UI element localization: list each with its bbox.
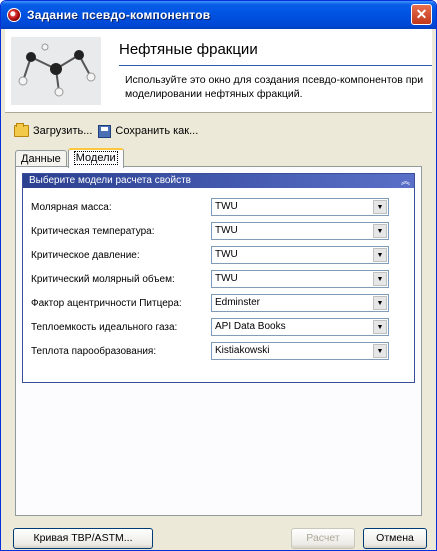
property-row-ideal-gas-heat-capacity: Теплоемкость идеального газа: API Data B…: [23, 318, 414, 338]
chevron-down-icon[interactable]: ▼: [373, 320, 387, 334]
floppy-disk-icon: [98, 124, 112, 138]
chevron-down-icon[interactable]: ▼: [373, 296, 387, 310]
models-tab-panel: Выберите модели расчета свойств ︽ Молярн…: [15, 166, 422, 516]
app-icon: [7, 8, 21, 22]
load-label: Загрузить...: [33, 125, 93, 137]
chevron-down-icon[interactable]: ▼: [373, 248, 387, 262]
property-models-group: Выберите модели расчета свойств ︽ Молярн…: [22, 173, 415, 383]
chevron-down-icon[interactable]: ▼: [373, 344, 387, 358]
critical-pressure-select[interactable]: TWU ▼: [211, 246, 389, 264]
group-header[interactable]: Выберите модели расчета свойств ︽: [23, 174, 414, 188]
property-label: Фактор ацентричности Питцера:: [31, 298, 182, 309]
property-label: Критическое давление:: [31, 250, 140, 261]
property-label: Теплота парообразования:: [31, 346, 157, 357]
pseudo-components-dialog: Задание псевдо-компонентов ✕ Нефтяные фр…: [0, 0, 437, 551]
property-row-heat-of-vaporization: Теплота парообразования: Kistiakowski ▼: [23, 342, 414, 362]
property-label: Молярная масса:: [31, 202, 112, 213]
acentric-factor-select[interactable]: Edminster ▼: [211, 294, 389, 312]
ideal-gas-heat-capacity-select[interactable]: API Data Books ▼: [211, 318, 389, 336]
molar-mass-select[interactable]: TWU ▼: [211, 198, 389, 216]
cancel-button[interactable]: Отмена: [363, 528, 427, 549]
tab-models[interactable]: Модели: [67, 148, 124, 168]
button-bar: Кривая TBP/ASTM... Расчет Отмена: [1, 520, 436, 550]
group-title: Выберите модели расчета свойств: [29, 175, 191, 186]
chevron-down-icon[interactable]: ▼: [373, 224, 387, 238]
tbp-curve-button[interactable]: Кривая TBP/ASTM...: [13, 528, 153, 549]
critical-molar-volume-select[interactable]: TWU ▼: [211, 270, 389, 288]
molecule-image: [11, 37, 101, 105]
property-row-molar-mass: Молярная масса: TWU ▼: [23, 198, 414, 218]
tab-data[interactable]: Данные: [15, 150, 67, 167]
property-label: Критическая температура:: [31, 226, 155, 237]
header-divider: [119, 65, 432, 66]
select-value: API Data Books: [215, 321, 286, 332]
select-value: TWU: [215, 225, 238, 236]
header-title: Нефтяные фракции: [119, 41, 258, 58]
window-title: Задание псевдо-компонентов: [27, 8, 211, 22]
property-row-critical-molar-volume: Критический молярный объем: TWU ▼: [23, 270, 414, 290]
select-value: Edminster: [215, 297, 261, 308]
property-row-critical-pressure: Критическое давление: TWU ▼: [23, 246, 414, 266]
heat-of-vaporization-select[interactable]: Kistiakowski ▼: [211, 342, 389, 360]
property-row-acentric-factor: Фактор ацентричности Питцера: Edminster …: [23, 294, 414, 314]
select-value: TWU: [215, 273, 238, 284]
select-value: TWU: [215, 201, 238, 212]
chevron-down-icon[interactable]: ▼: [373, 272, 387, 286]
select-value: Kistiakowski: [215, 345, 270, 356]
tab-strip: Данные Модели: [15, 147, 125, 168]
calculate-button[interactable]: Расчет: [291, 528, 355, 549]
property-label: Критический молярный объем:: [31, 274, 175, 285]
toolbar: Загрузить... Сохранить как...: [11, 121, 201, 141]
save-as-button[interactable]: Сохранить как...: [95, 122, 201, 140]
critical-temperature-select[interactable]: TWU ▼: [211, 222, 389, 240]
header-description: Используйте это окно для создания псевдо…: [125, 74, 424, 100]
save-as-label: Сохранить как...: [115, 125, 199, 137]
header-panel: Нефтяные фракции Используйте это окно дл…: [5, 29, 432, 113]
chevron-down-icon[interactable]: ▼: [373, 200, 387, 214]
close-button[interactable]: ✕: [411, 4, 432, 25]
property-label: Теплоемкость идеального газа:: [31, 322, 178, 333]
folder-open-icon: [14, 123, 29, 137]
title-bar[interactable]: Задание псевдо-компонентов ✕: [1, 1, 436, 29]
select-value: TWU: [215, 249, 238, 260]
load-button[interactable]: Загрузить...: [11, 122, 95, 140]
collapse-icon[interactable]: ︽: [401, 174, 410, 188]
property-row-critical-temperature: Критическая температура: TWU ▼: [23, 222, 414, 242]
